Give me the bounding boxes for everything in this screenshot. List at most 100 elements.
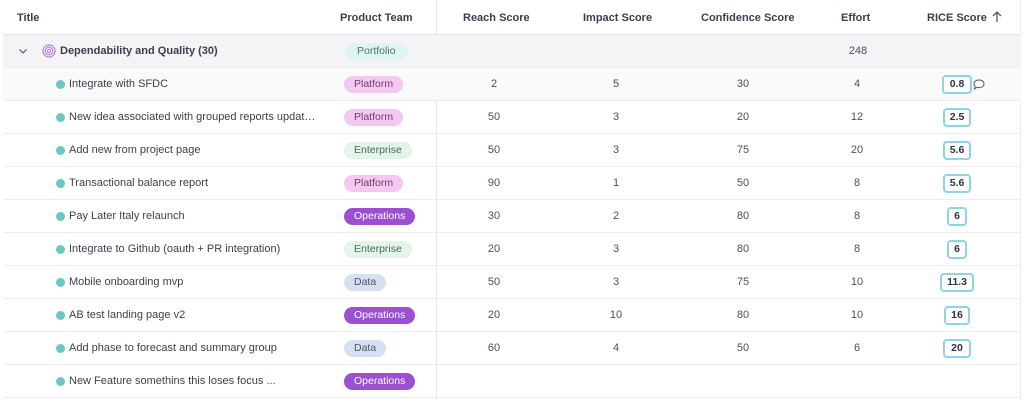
impact-score[interactable]: 3	[580, 233, 652, 266]
team-badge[interactable]: Platform	[344, 109, 404, 126]
table-row[interactable]: Add phase to forecast and summary group D…	[3, 332, 1021, 365]
row-title[interactable]: AB test landing page v2	[69, 299, 319, 332]
row-title[interactable]: Add phase to forecast and summary group	[69, 332, 319, 365]
confidence-score[interactable]: 80	[707, 233, 779, 266]
confidence-score[interactable]: 30	[707, 68, 779, 101]
effort-value[interactable]	[821, 365, 893, 398]
rice-score[interactable]: 2.5	[943, 108, 971, 127]
team-badge[interactable]: Data	[344, 274, 387, 291]
effort-value[interactable]: 8	[821, 233, 893, 266]
effort-value[interactable]: 10	[821, 299, 893, 332]
row-title[interactable]: New idea associated with grouped reports…	[69, 101, 319, 134]
group-row[interactable]: Dependability and Quality (30) Portfolio…	[3, 35, 1021, 68]
reach-score[interactable]: 90	[458, 167, 530, 200]
confidence-score[interactable]: 75	[707, 134, 779, 167]
column-header-impact[interactable]: Impact Score	[583, 12, 652, 24]
reach-score[interactable]: 2	[458, 68, 530, 101]
effort-value[interactable]: 6	[821, 332, 893, 365]
chevron-down-icon[interactable]	[18, 46, 28, 56]
table-row[interactable]: AB test landing page v2 Operations 20 10 80 1…	[3, 299, 1021, 332]
reach-score[interactable]: 30	[458, 200, 530, 233]
column-header-confidence[interactable]: Confidence Score	[701, 12, 795, 24]
table-row[interactable]: Transactional balance report Platform 90 1 5…	[3, 167, 1021, 200]
confidence-score[interactable]: 80	[707, 200, 779, 233]
team-badge: Portfolio	[345, 43, 408, 60]
team-badge[interactable]: Data	[344, 340, 387, 357]
team-badge[interactable]: Enterprise	[344, 241, 412, 258]
confidence-score[interactable]: 20	[707, 101, 779, 134]
reach-score[interactable]: 50	[458, 134, 530, 167]
column-header-product-team[interactable]: Product Team	[340, 12, 413, 24]
rice-table: Title Product Team Reach Score Impact Sc…	[3, 0, 1021, 400]
comment-icon[interactable]	[973, 79, 985, 90]
row-title[interactable]: Mobile onboarding mvp	[69, 266, 319, 299]
impact-score[interactable]: 3	[580, 266, 652, 299]
team-badge[interactable]: Operations	[344, 208, 416, 225]
impact-score[interactable]: 4	[580, 332, 652, 365]
impact-score[interactable]: 3	[580, 134, 652, 167]
team-badge[interactable]: Operations	[344, 373, 416, 390]
table-row[interactable]: New idea associated with grouped reports…	[3, 101, 1021, 134]
group-title: Dependability and Quality (30)	[60, 45, 218, 57]
reach-score[interactable]: 20	[458, 233, 530, 266]
reach-score[interactable]: 60	[458, 332, 530, 365]
row-title[interactable]: New Feature somethins this loses focus .…	[69, 365, 319, 398]
team-badge[interactable]: Operations	[344, 307, 416, 324]
row-title[interactable]: Integrate with SFDC	[69, 68, 319, 101]
table-row[interactable]: Integrate with SFDC Platform 2 5 30 4 0.8	[3, 68, 1021, 101]
column-header-reach[interactable]: Reach Score	[463, 12, 530, 24]
status-dot-icon	[56, 113, 65, 122]
table-row[interactable]: Mobile onboarding mvp Data 50 3 75 10 11.3	[3, 266, 1021, 299]
team-badge[interactable]: Platform	[344, 175, 404, 192]
rice-score[interactable]: 20	[943, 339, 971, 358]
table-row[interactable]: Integrate to Github (oauth + PR integrat…	[3, 233, 1021, 266]
table-row[interactable]: Pay Later Italy relaunch Operations 30 2 80 8…	[3, 200, 1021, 233]
effort-value[interactable]: 8	[821, 200, 893, 233]
confidence-score[interactable]	[707, 365, 779, 398]
confidence-score[interactable]: 50	[707, 167, 779, 200]
reach-score[interactable]	[458, 365, 530, 398]
impact-score[interactable]: 2	[580, 200, 652, 233]
status-dot-icon	[56, 377, 65, 386]
impact-score[interactable]: 3	[580, 101, 652, 134]
table-row[interactable]: Add new from project page Enterprise 50 3 75…	[3, 134, 1021, 167]
rice-score[interactable]: 6	[947, 207, 967, 226]
reach-score[interactable]: 50	[458, 266, 530, 299]
column-header-rice[interactable]: RICE Score	[927, 12, 987, 24]
rice-score[interactable]: 5.6	[943, 174, 971, 193]
effort-value[interactable]: 8	[821, 167, 893, 200]
impact-score[interactable]	[580, 365, 652, 398]
impact-score[interactable]: 1	[580, 167, 652, 200]
confidence-score[interactable]: 75	[707, 266, 779, 299]
group-effort: 248	[848, 45, 868, 57]
status-dot-icon	[56, 146, 65, 155]
status-dot-icon	[56, 80, 65, 89]
rice-score[interactable]: 6	[947, 240, 967, 259]
rice-score[interactable]: 5.6	[943, 141, 971, 160]
effort-value[interactable]: 20	[821, 134, 893, 167]
effort-value[interactable]: 4	[821, 68, 893, 101]
confidence-score[interactable]: 80	[707, 299, 779, 332]
table-row[interactable]: New Feature somethins this loses focus .…	[3, 365, 1021, 398]
row-title[interactable]: Transactional balance report	[69, 167, 319, 200]
row-title[interactable]: Integrate to Github (oauth + PR integrat…	[69, 233, 319, 266]
row-title[interactable]: Add new from project page	[69, 134, 319, 167]
team-badge[interactable]: Platform	[344, 76, 404, 93]
status-dot-icon	[56, 344, 65, 353]
team-badge[interactable]: Enterprise	[344, 142, 412, 159]
column-header-effort[interactable]: Effort	[841, 12, 870, 24]
impact-score[interactable]: 10	[580, 299, 652, 332]
effort-value[interactable]: 12	[821, 101, 893, 134]
status-dot-icon	[56, 179, 65, 188]
rice-score[interactable]: 0.8	[942, 75, 972, 94]
reach-score[interactable]: 20	[458, 299, 530, 332]
sort-ascending-icon[interactable]	[992, 11, 1002, 23]
impact-score[interactable]: 5	[580, 68, 652, 101]
rice-score[interactable]: 16	[944, 306, 970, 325]
column-header-title[interactable]: Title	[17, 12, 39, 24]
effort-value[interactable]: 10	[821, 266, 893, 299]
reach-score[interactable]: 50	[458, 101, 530, 134]
confidence-score[interactable]: 50	[707, 332, 779, 365]
rice-score[interactable]: 11.3	[940, 273, 974, 292]
row-title[interactable]: Pay Later Italy relaunch	[69, 200, 319, 233]
